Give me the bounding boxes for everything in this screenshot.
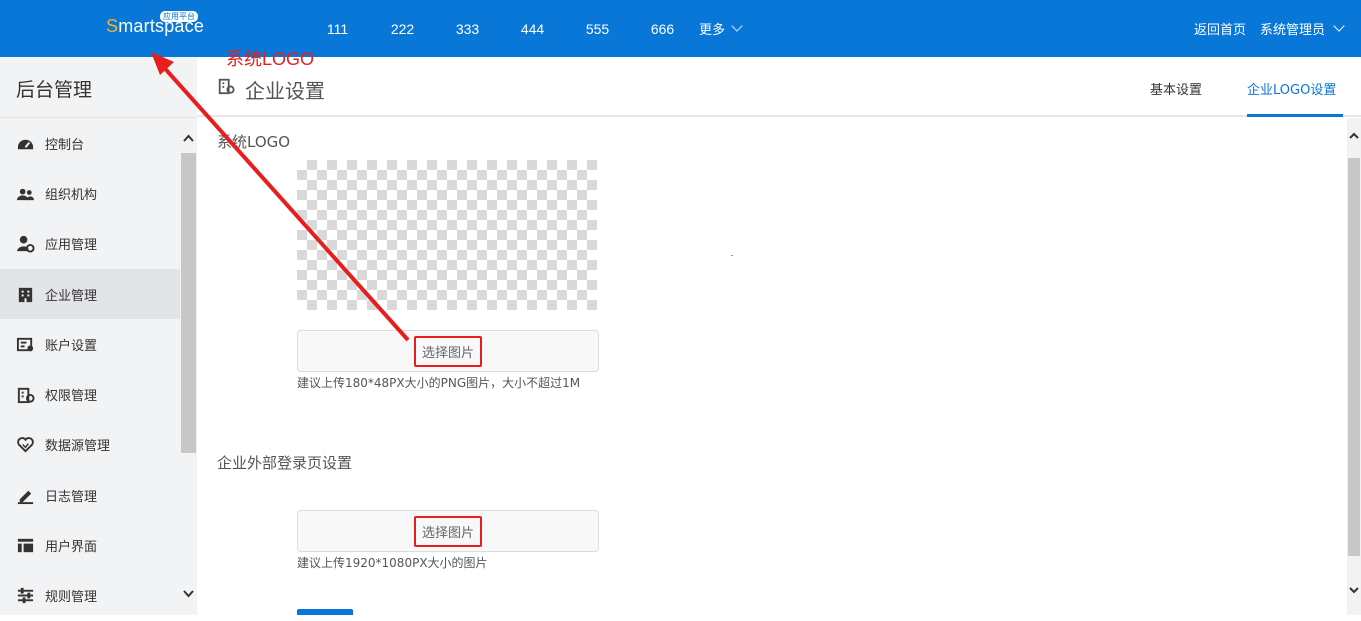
login-bg-upload-button[interactable]: 选择图片 xyxy=(297,510,599,552)
login-section-label: 企业外部登录页设置 xyxy=(217,454,353,472)
sidebar-item-app-management[interactable]: 应用管理 xyxy=(0,219,180,269)
user-label: 系统管理员 xyxy=(1259,23,1325,38)
users-icon xyxy=(16,188,35,201)
upload-button-label: 选择图片 xyxy=(413,515,482,547)
main-nav: 111 222 333 444 555 666 更多 xyxy=(305,0,743,57)
active-tab-indicator xyxy=(1247,114,1343,117)
top-right-actions: 返回首页 系统管理员 xyxy=(1194,0,1345,57)
save-button[interactable] xyxy=(297,609,353,615)
heart-icon xyxy=(17,437,34,453)
sidebar-item-label: 组织机构 xyxy=(45,187,98,203)
sidebar-item-datasource-management[interactable]: 数据源管理 xyxy=(0,420,180,470)
sidebar-item-label: 数据源管理 xyxy=(45,439,111,455)
scroll-up-icon[interactable] xyxy=(182,132,195,145)
account-card-icon xyxy=(16,337,34,351)
layout-icon xyxy=(17,538,34,553)
permission-icon xyxy=(218,78,235,95)
logo-initial: S xyxy=(106,16,119,36)
logo-section-label: 系统LOGO xyxy=(217,133,291,151)
sidebar-item-label: 账户设置 xyxy=(45,338,98,354)
nav-item-222[interactable]: 222 xyxy=(370,21,435,37)
nav-more-label: 更多 xyxy=(699,23,726,38)
sidebar-item-label: 日志管理 xyxy=(45,489,98,505)
sidebar-item-log-management[interactable]: 日志管理 xyxy=(0,470,180,520)
user-settings-icon xyxy=(16,236,35,253)
building-icon xyxy=(18,287,33,302)
sidebar-item-user-interface[interactable]: 用户界面 xyxy=(0,520,180,570)
login-upload-hint: 建议上传1920*1080PX大小的图片 xyxy=(297,556,488,570)
sidebar-item-permission-management[interactable]: 权限管理 xyxy=(0,369,180,419)
scroll-up-icon[interactable] xyxy=(1348,130,1360,142)
upload-button-label: 选择图片 xyxy=(413,335,482,367)
sidebar-item-label: 控制台 xyxy=(45,137,85,153)
nav-item-666[interactable]: 666 xyxy=(630,21,695,37)
scroll-down-icon[interactable] xyxy=(182,587,195,600)
sidebar-item-label: 企业管理 xyxy=(45,288,98,304)
tab-basic-settings[interactable]: 基本设置 xyxy=(1150,79,1202,98)
annotation-label: 系统LOGO xyxy=(226,49,315,69)
sidebar-item-rule-management[interactable]: 规则管理 xyxy=(0,571,180,621)
dashboard-icon xyxy=(17,139,34,149)
user-menu[interactable]: 系统管理员 xyxy=(1259,19,1345,38)
nav-item-444[interactable]: 444 xyxy=(500,21,565,37)
main-content: 企业设置 基本设置 企业LOGO设置 系统LOGO 选择图片 建议上传180*4… xyxy=(197,57,1361,615)
logo-upload-button[interactable]: 选择图片 xyxy=(297,330,599,372)
sidebar-item-label: 规则管理 xyxy=(45,590,98,606)
page-header: 企业设置 基本设置 企业LOGO设置 xyxy=(197,57,1361,117)
scroll-down-icon[interactable] xyxy=(1348,584,1360,596)
sidebar-item-console[interactable]: 控制台 xyxy=(0,118,180,168)
sidebar-item-label: 用户界面 xyxy=(45,540,98,556)
sidebar-item-enterprise-management[interactable]: 企业管理 xyxy=(0,268,180,320)
nav-more-dropdown[interactable]: 更多 xyxy=(699,19,743,38)
sliders-icon xyxy=(17,588,34,604)
page-title: 企业设置 xyxy=(245,79,325,103)
logo-preview-image xyxy=(297,160,597,310)
sidebar-scrollbar-thumb[interactable] xyxy=(181,153,196,453)
permission-icon xyxy=(17,387,35,404)
top-navigation-bar: Smartspace 应用平台 111 222 333 444 555 666 … xyxy=(0,0,1361,57)
sidebar-item-organization[interactable]: 组织机构 xyxy=(0,168,180,218)
sidebar: 后台管理 控制台 组织机构 应用管理 企业管理 账户设置 权限管理 数据源管理 … xyxy=(0,57,197,615)
sidebar-item-label: 应用管理 xyxy=(45,238,98,254)
pen-icon xyxy=(17,490,34,504)
nav-item-333[interactable]: 333 xyxy=(435,21,500,37)
content-scrollbar-thumb[interactable] xyxy=(1348,158,1360,556)
nav-item-555[interactable]: 555 xyxy=(565,21,630,37)
logo-badge: 应用平台 xyxy=(160,11,198,22)
sidebar-item-label: 权限管理 xyxy=(45,389,98,405)
sidebar-menu: 控制台 组织机构 应用管理 企业管理 账户设置 权限管理 数据源管理 日志管理 xyxy=(0,118,180,621)
stray-dot xyxy=(731,255,733,256)
nav-item-111[interactable]: 111 xyxy=(305,21,370,37)
logo-upload-hint: 建议上传180*48PX大小的PNG图片，大小不超过1M xyxy=(297,376,581,390)
sidebar-title: 后台管理 xyxy=(16,79,93,101)
sidebar-item-account-settings[interactable]: 账户设置 xyxy=(0,319,180,369)
tab-logo-settings[interactable]: 企业LOGO设置 xyxy=(1247,79,1336,98)
chevron-down-icon xyxy=(1333,20,1345,32)
chevron-down-icon xyxy=(731,20,743,32)
home-link[interactable]: 返回首页 xyxy=(1194,19,1246,38)
